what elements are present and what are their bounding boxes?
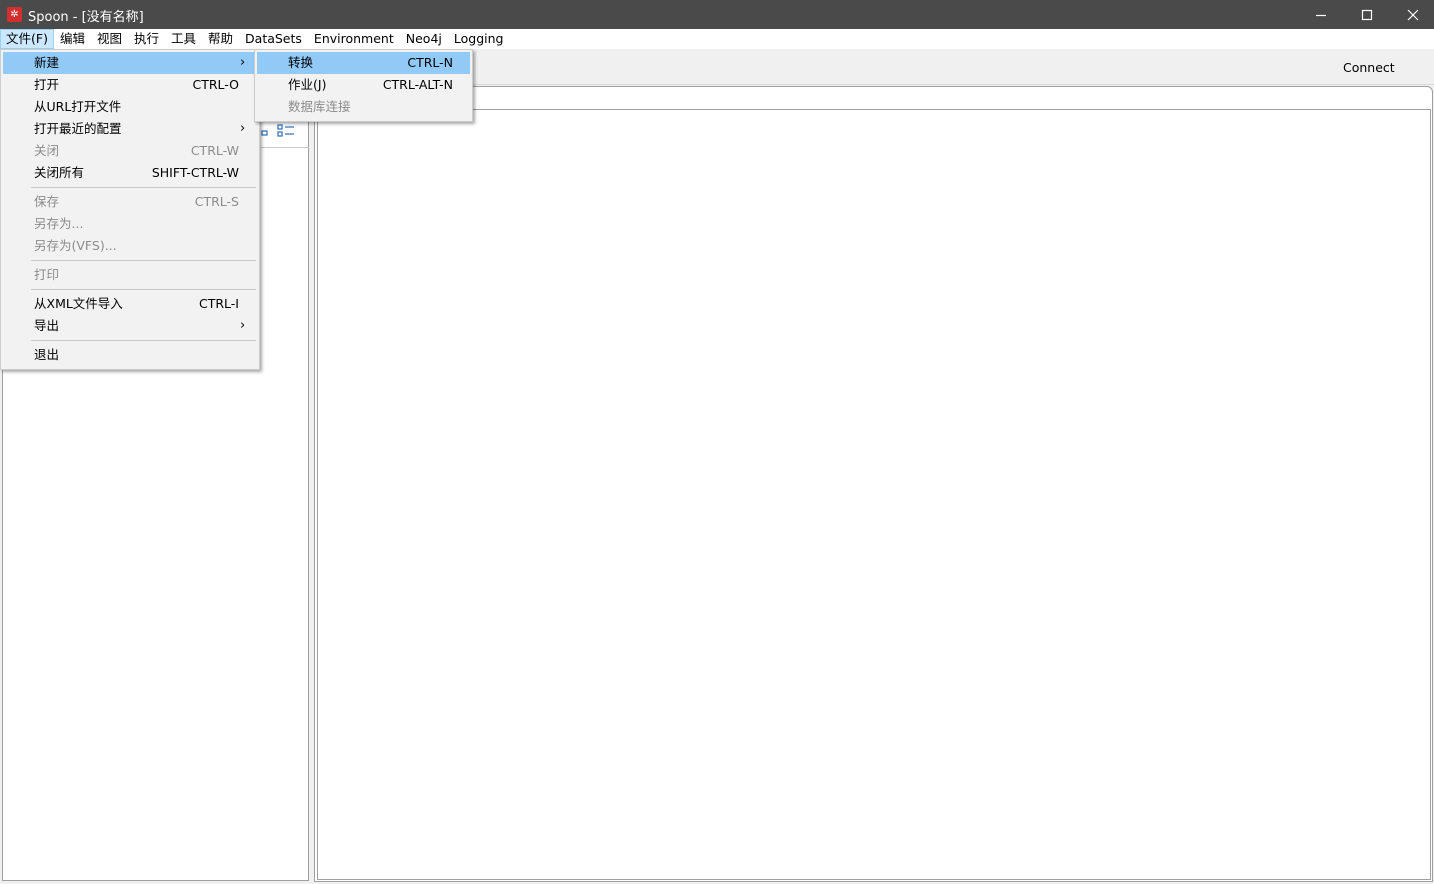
expand-list-icon[interactable] xyxy=(277,124,295,138)
chevron-right-icon: › xyxy=(240,121,246,136)
menu-item-shortcut: CTRL-ALT-N xyxy=(382,77,453,92)
file-menu-item-open[interactable]: 打开 CTRL-O xyxy=(3,74,256,96)
chevron-right-icon: › xyxy=(240,318,246,333)
new-submenu-dropdown: 转换 CTRL-N 作业(J) CTRL-ALT-N 数据库连接 xyxy=(254,49,473,122)
file-menu-item-save-as[interactable]: 另存为... xyxy=(3,213,256,235)
menu-item-label: 打开 xyxy=(34,77,60,92)
menu-item-label: 打印 xyxy=(34,267,60,282)
menu-item-shortcut: CTRL-I xyxy=(199,296,239,311)
file-menu-item-exit[interactable]: 退出 xyxy=(3,344,256,366)
maximize-icon xyxy=(1361,9,1373,20)
close-button[interactable] xyxy=(1390,0,1434,29)
file-menu-item-save[interactable]: 保存 CTRL-S xyxy=(3,191,256,213)
menu-item-label: 关闭所有 xyxy=(34,165,85,180)
file-menu-item-new[interactable]: 新建 › xyxy=(3,52,256,74)
menu-item-label: 从XML文件导入 xyxy=(34,296,123,311)
file-menu-item-save-as-vfs[interactable]: 另存为(VFS)... xyxy=(3,235,256,257)
menu-bar: 文件(F) 编辑 视图 执行 工具 帮助 DataSets Environmen… xyxy=(0,29,1434,49)
file-menu-item-print[interactable]: 打印 xyxy=(3,264,256,286)
new-submenu-item-transformation[interactable]: 转换 CTRL-N xyxy=(257,52,470,74)
menu-item-label: 保存 xyxy=(34,194,60,209)
minimize-button[interactable] xyxy=(1298,0,1344,29)
spoon-logo-icon: ✲ xyxy=(7,7,22,22)
menu-item-label: 新建 xyxy=(34,55,60,70)
main-canvas-panel xyxy=(314,86,1433,882)
menu-datasets[interactable]: DataSets xyxy=(239,29,308,49)
file-menu-item-recent[interactable]: 打开最近的配置 › xyxy=(3,118,256,140)
divider xyxy=(261,147,309,148)
menu-separator xyxy=(31,260,256,261)
file-menu-item-close-all[interactable]: 关闭所有 SHIFT-CTRL-W xyxy=(3,162,256,184)
menu-help[interactable]: 帮助 xyxy=(202,29,239,49)
menu-neo4j[interactable]: Neo4j xyxy=(400,29,448,49)
menu-item-shortcut: CTRL-O xyxy=(192,77,240,92)
menu-separator xyxy=(31,187,256,188)
new-submenu-item-job[interactable]: 作业(J) CTRL-ALT-N xyxy=(257,74,470,96)
minimize-icon xyxy=(1316,14,1326,16)
menu-item-label: 退出 xyxy=(34,347,60,362)
window-title: Spoon - [没有名称] xyxy=(28,10,144,25)
menu-edit[interactable]: 编辑 xyxy=(54,29,91,49)
menu-item-label: 另存为(VFS)... xyxy=(34,238,117,253)
menu-separator xyxy=(31,289,256,290)
menu-item-label: 从URL打开文件 xyxy=(34,99,122,114)
file-menu-item-import-xml[interactable]: 从XML文件导入 CTRL-I xyxy=(3,293,256,315)
menu-logging[interactable]: Logging xyxy=(448,29,510,49)
menu-item-label: 转换 xyxy=(288,55,314,70)
menu-view[interactable]: 视图 xyxy=(91,29,128,49)
menu-item-label: 关闭 xyxy=(34,143,60,158)
file-menu-dropdown: 新建 › 打开 CTRL-O 从URL打开文件 打开最近的配置 › 关闭 CTR… xyxy=(0,49,260,370)
file-menu-item-open-url[interactable]: 从URL打开文件 xyxy=(3,96,256,118)
menu-environment[interactable]: Environment xyxy=(308,29,400,49)
menu-run[interactable]: 执行 xyxy=(128,29,165,49)
collapse-all-icon[interactable] xyxy=(261,128,269,136)
title-bar: ✲ Spoon - [没有名称] xyxy=(0,0,1434,29)
connect-button[interactable]: Connect xyxy=(1343,60,1395,75)
file-menu-item-close[interactable]: 关闭 CTRL-W xyxy=(3,140,256,162)
menu-item-label: 打开最近的配置 xyxy=(34,121,122,136)
close-icon xyxy=(1407,9,1419,20)
menu-item-shortcut: SHIFT-CTRL-W xyxy=(151,165,239,180)
chevron-right-icon: › xyxy=(240,55,246,70)
menu-item-label: 作业(J) xyxy=(288,77,327,92)
canvas-area[interactable] xyxy=(317,109,1431,880)
menu-item-label: 数据库连接 xyxy=(288,99,351,114)
new-submenu-item-db-connection[interactable]: 数据库连接 xyxy=(257,96,470,118)
maximize-button[interactable] xyxy=(1344,0,1390,29)
menu-item-label: 另存为... xyxy=(34,216,84,231)
menu-file[interactable]: 文件(F) xyxy=(0,29,54,49)
menu-separator xyxy=(31,340,256,341)
menu-item-label: 导出 xyxy=(34,318,60,333)
menu-item-shortcut: CTRL-S xyxy=(194,194,239,209)
menu-item-shortcut: CTRL-N xyxy=(407,55,453,70)
menu-tools[interactable]: 工具 xyxy=(165,29,202,49)
menu-item-shortcut: CTRL-W xyxy=(190,143,239,158)
file-menu-item-export[interactable]: 导出 › xyxy=(3,315,256,337)
